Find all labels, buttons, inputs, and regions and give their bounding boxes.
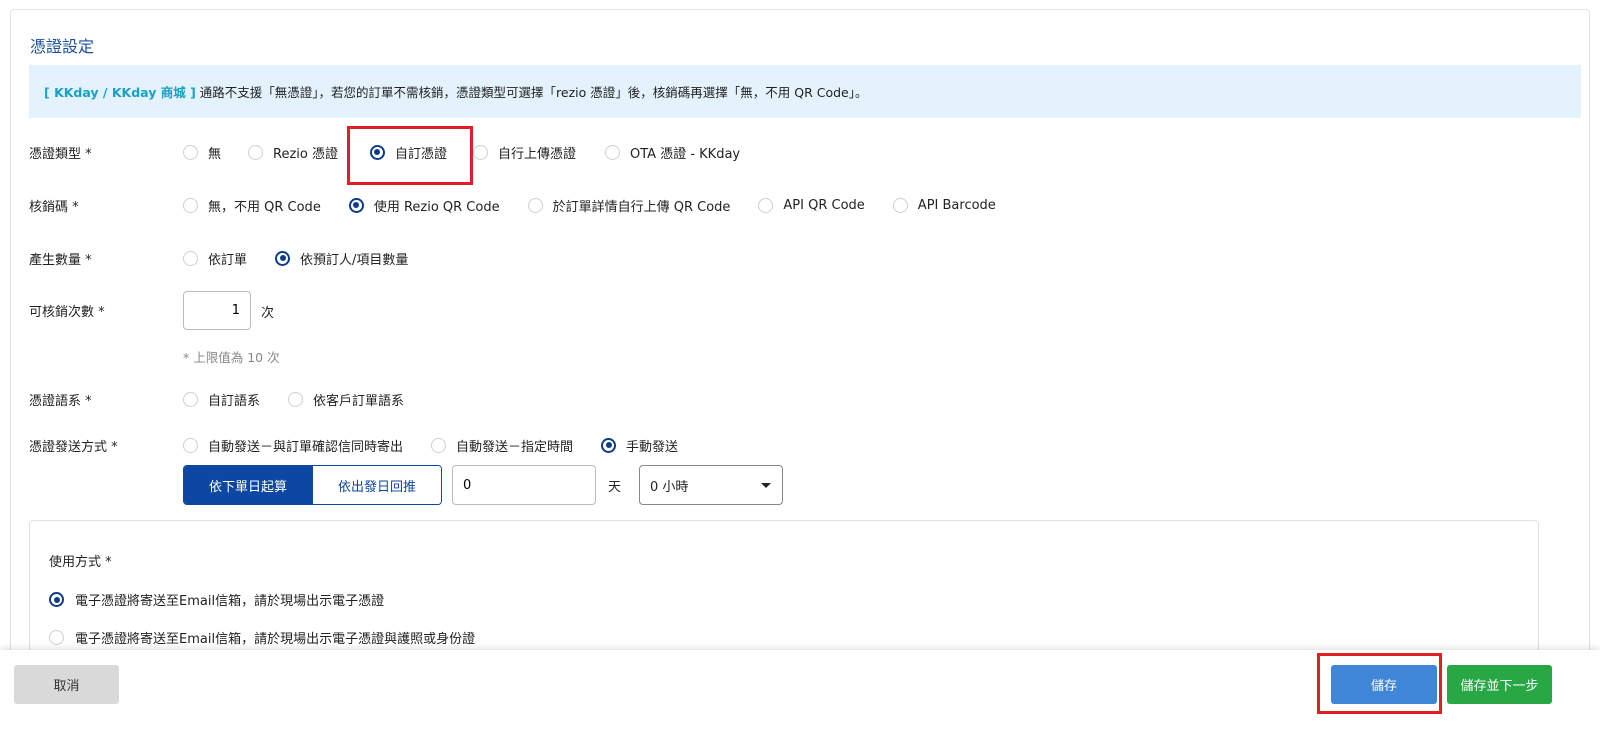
hours-select[interactable]: 0 小時 — [639, 465, 783, 505]
radio-icon — [431, 437, 447, 453]
send-method-label: 憑證發送方式 * — [29, 439, 118, 455]
redeem-times-hint: * 上限值為 10 次 — [183, 350, 280, 365]
save-next-button[interactable]: 儲存並下一步 — [1447, 665, 1552, 704]
send-base-toggle: 依下單日起算 依出發日回推 — [183, 465, 442, 505]
days-unit: 天 — [608, 480, 622, 495]
redeem-times-row: 可核銷次數 * — [29, 300, 183, 320]
radio-icon — [183, 437, 198, 453]
radio-icon — [527, 197, 543, 213]
voucher-type-row: 憑證類型 * 無 Rezio 憑證 自訂憑證 自行上傳憑證 OTA 憑證 - K… — [29, 142, 767, 162]
radio-checked-icon — [49, 592, 64, 607]
send-method-row: 憑證發送方式 * 自動發送－與訂單確認信同時寄出 自動發送－指定時間 手動發送 — [29, 435, 705, 455]
send-method-option-manual[interactable]: 手動發送 — [601, 436, 678, 455]
language-option-by-order[interactable]: 依客戶訂單語系 — [288, 390, 404, 409]
option-label: API Barcode — [917, 197, 996, 213]
redeem-code-row: 核銷碼 * 無，不用 QR Code 使用 Rezio QR Code 於訂單詳… — [29, 195, 1023, 215]
section-title: 憑證設定 — [30, 37, 95, 56]
option-label: 使用 Rezio QR Code — [373, 199, 500, 215]
radio-icon — [758, 197, 774, 213]
notice-text: 通路不支援「無憑證」，若您的訂單不需核銷，憑證類型可選擇「rezio 憑證」後，… — [199, 85, 868, 100]
voucher-type-option-custom[interactable]: 自訂憑證 — [369, 143, 447, 162]
option-label: 自行上傳憑證 — [498, 146, 577, 162]
option-label: 自訂憑證 — [394, 146, 447, 162]
radio-checked-icon — [601, 437, 617, 453]
send-method-option-scheduled[interactable]: 自動發送－指定時間 — [431, 436, 573, 455]
send-method-option-with-confirmation[interactable]: 自動發送－與訂單確認信同時寄出 — [183, 436, 403, 455]
quantity-option-by-order[interactable]: 依訂單 — [183, 249, 247, 268]
voucher-type-option-upload[interactable]: 自行上傳憑證 — [473, 143, 576, 162]
option-label: 自動發送－與訂單確認信同時寄出 — [208, 439, 404, 455]
notice-tag: [ KKday / KKday 商城 ] — [44, 85, 196, 100]
option-label: 電子憑證將寄送至Email信箱，請於現場出示電子憑證 — [75, 594, 385, 609]
redeem-times-label: 可核銷次數 * — [29, 304, 105, 320]
option-label: 無 — [208, 146, 222, 162]
quantity-label: 產生數量 * — [29, 252, 92, 268]
voucher-type-option-none[interactable]: 無 — [183, 143, 221, 162]
quantity-option-by-person[interactable]: 依預訂人/項目數量 — [275, 249, 408, 268]
radio-icon — [183, 197, 198, 213]
voucher-type-label: 憑證類型 * — [29, 146, 92, 162]
language-option-custom[interactable]: 自訂語系 — [183, 390, 260, 409]
radio-icon — [605, 144, 621, 160]
language-row: 憑證語系 * 自訂語系 依客戶訂單語系 — [29, 389, 431, 409]
toggle-by-departure-date[interactable]: 依出發日回推 — [312, 466, 441, 504]
option-label: 依訂單 — [208, 252, 248, 268]
usage-title: 使用方式 * — [49, 555, 112, 570]
radio-icon — [473, 144, 488, 160]
radio-checked-icon — [348, 197, 364, 213]
quantity-row: 產生數量 * 依訂單 依預訂人/項目數量 — [29, 248, 435, 268]
option-label: Rezio 憑證 — [273, 146, 338, 162]
radio-icon — [183, 391, 198, 407]
option-label: 無，不用 QR Code — [208, 199, 321, 215]
save-button[interactable]: 儲存 — [1331, 665, 1437, 704]
radio-icon — [49, 630, 64, 645]
caret-down-icon — [761, 483, 771, 488]
option-label: 電子憑證將寄送至Email信箱，請於現場出示電子憑證與護照或身份證 — [75, 632, 476, 647]
radio-icon — [288, 391, 304, 407]
redeem-code-option-api-qr[interactable]: API QR Code — [758, 197, 865, 213]
channel-notice: [ KKday / KKday 商城 ] 通路不支援「無憑證」，若您的訂單不需核… — [29, 65, 1581, 118]
language-label: 憑證語系 * — [29, 393, 92, 409]
radio-icon — [183, 144, 198, 160]
cancel-button[interactable]: 取消 — [14, 665, 119, 704]
redeem-code-option-api-barcode[interactable]: API Barcode — [892, 197, 996, 213]
redeem-times-unit: 次 — [261, 306, 275, 321]
option-label: 依預訂人/項目數量 — [300, 252, 409, 268]
radio-checked-icon — [275, 250, 291, 266]
radio-icon — [248, 144, 264, 160]
redeem-code-option-upload-qr[interactable]: 於訂單詳情自行上傳 QR Code — [527, 196, 731, 215]
option-label: API QR Code — [783, 197, 865, 213]
toggle-by-order-date[interactable]: 依下單日起算 — [184, 466, 312, 504]
radio-icon — [183, 250, 198, 266]
footer-bar: 取消 儲存 儲存並下一步 — [0, 650, 1600, 731]
option-label: 依客戶訂單語系 — [313, 393, 405, 409]
usage-option-email-passport[interactable]: 電子憑證將寄送至Email信箱，請於現場出示電子憑證與護照或身份證 — [49, 628, 475, 647]
redeem-times-input[interactable] — [183, 291, 251, 330]
radio-checked-icon — [369, 144, 385, 160]
hours-select-value: 0 小時 — [650, 479, 689, 495]
redeem-code-option-none[interactable]: 無，不用 QR Code — [183, 196, 321, 215]
voucher-settings-card: 憑證設定 [ KKday / KKday 商城 ] 通路不支援「無憑證」，若您的… — [10, 9, 1590, 669]
redeem-code-label: 核銷碼 * — [29, 199, 79, 215]
option-label: 手動發送 — [626, 439, 679, 455]
option-label: 自訂語系 — [208, 393, 261, 409]
voucher-type-option-ota-kkday[interactable]: OTA 憑證 - KKday — [605, 143, 740, 162]
days-input[interactable] — [452, 465, 596, 505]
redeem-code-option-rezio-qr[interactable]: 使用 Rezio QR Code — [348, 196, 500, 215]
option-label: 於訂單詳情自行上傳 QR Code — [552, 199, 731, 215]
voucher-type-option-rezio[interactable]: Rezio 憑證 — [248, 143, 338, 162]
option-label: OTA 憑證 - KKday — [630, 146, 741, 162]
usage-option-email[interactable]: 電子憑證將寄送至Email信箱，請於現場出示電子憑證 — [49, 590, 384, 609]
usage-box: 使用方式 * 電子憑證將寄送至Email信箱，請於現場出示電子憑證 電子憑證將寄… — [29, 520, 1539, 668]
radio-icon — [892, 197, 908, 213]
option-label: 自動發送－指定時間 — [456, 439, 574, 455]
